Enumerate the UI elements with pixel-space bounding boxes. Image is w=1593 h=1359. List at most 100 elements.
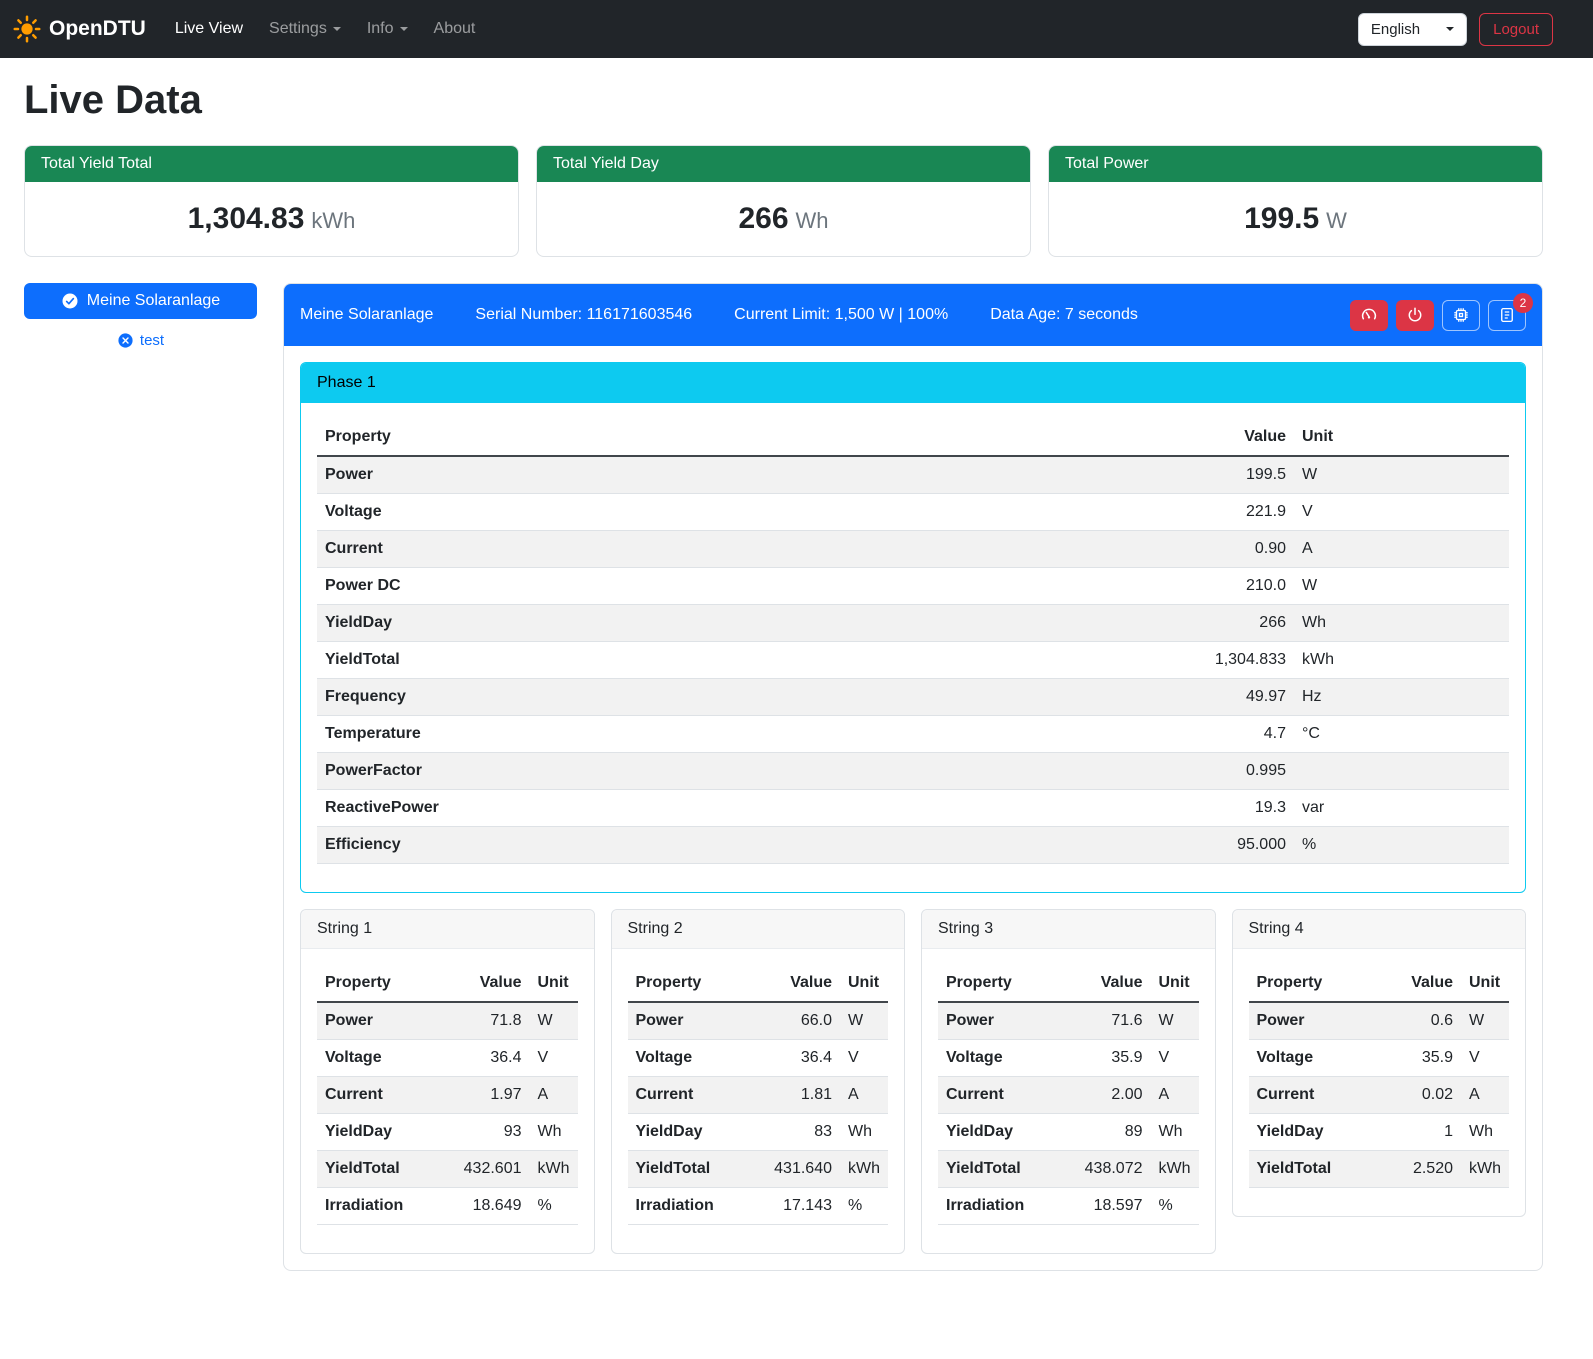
table-row: Irradiation17.143% bbox=[628, 1188, 889, 1225]
unit-cell: W bbox=[1294, 456, 1509, 494]
unit-cell: A bbox=[1151, 1077, 1199, 1114]
value-cell: 1,304.833 bbox=[1174, 642, 1294, 679]
property-cell: YieldTotal bbox=[1249, 1151, 1370, 1188]
nav-item-live-view[interactable]: Live View bbox=[162, 12, 256, 46]
table-row: Irradiation18.597% bbox=[938, 1188, 1199, 1225]
inverter-limit: Current Limit: 1,500 W | 100% bbox=[734, 306, 948, 324]
language-select[interactable]: English bbox=[1358, 13, 1467, 46]
column-header-property: Property bbox=[317, 965, 438, 1002]
unit-cell: °C bbox=[1294, 716, 1509, 753]
inverter-name: Meine Solaranlage bbox=[300, 306, 433, 324]
property-cell: Voltage bbox=[317, 494, 1174, 531]
unit-cell: Wh bbox=[1461, 1114, 1509, 1151]
unit-cell: Wh bbox=[1151, 1114, 1199, 1151]
event-log-button[interactable]: 2 bbox=[1488, 300, 1526, 331]
power-icon bbox=[1406, 306, 1424, 324]
unit-cell: kWh bbox=[1151, 1151, 1199, 1188]
property-cell: Temperature bbox=[317, 716, 1174, 753]
inverter-header: Meine Solaranlage Serial Number: 1161716… bbox=[284, 284, 1542, 346]
nav-links: Live View Settings Info About bbox=[162, 12, 489, 46]
chevron-down-icon bbox=[1446, 27, 1454, 31]
table-row: Frequency49.97Hz bbox=[317, 679, 1509, 716]
table-row: YieldTotal2.520kWh bbox=[1249, 1151, 1510, 1188]
column-header-value: Value bbox=[1174, 419, 1294, 456]
value-cell: 17.143 bbox=[748, 1188, 840, 1225]
sidebar-item-label: test bbox=[140, 332, 164, 349]
table-row: Power DC210.0W bbox=[317, 568, 1509, 605]
logout-button[interactable]: Logout bbox=[1479, 13, 1553, 46]
table-row: Power199.5W bbox=[317, 456, 1509, 494]
property-cell: YieldTotal bbox=[317, 1151, 438, 1188]
card-value: 266 bbox=[738, 202, 788, 235]
value-cell: 432.601 bbox=[438, 1151, 530, 1188]
chevron-down-icon bbox=[400, 27, 408, 31]
string-1-table: Property Value Unit Power71.8WVoltage36.… bbox=[317, 965, 578, 1225]
string-4-table: Property Value Unit Power0.6WVoltage35.9… bbox=[1249, 965, 1510, 1188]
inverter-select-button[interactable]: Meine Solaranlage bbox=[24, 283, 257, 319]
string-2-table: Property Value Unit Power66.0WVoltage36.… bbox=[628, 965, 889, 1225]
limit-settings-button[interactable] bbox=[1350, 300, 1388, 331]
table-row: YieldDay1Wh bbox=[1249, 1114, 1510, 1151]
device-info-button[interactable] bbox=[1442, 300, 1480, 331]
nav-item-info[interactable]: Info bbox=[354, 12, 421, 46]
unit-cell: Wh bbox=[840, 1114, 888, 1151]
power-button[interactable] bbox=[1396, 300, 1434, 331]
property-cell: Voltage bbox=[317, 1040, 438, 1077]
table-header-row: Property Value Unit bbox=[317, 965, 578, 1002]
unit-cell: % bbox=[840, 1188, 888, 1225]
table-row: Temperature4.7°C bbox=[317, 716, 1509, 753]
value-cell: 0.02 bbox=[1369, 1077, 1461, 1114]
card-unit: Wh bbox=[796, 208, 829, 233]
brand-label: OpenDTU bbox=[49, 17, 146, 41]
unit-cell: W bbox=[1151, 1002, 1199, 1040]
unit-cell: V bbox=[1294, 494, 1509, 531]
value-cell: 438.072 bbox=[1059, 1151, 1151, 1188]
value-cell: 18.649 bbox=[438, 1188, 530, 1225]
card-unit: W bbox=[1326, 208, 1347, 233]
column-header-property: Property bbox=[628, 965, 749, 1002]
chevron-down-icon bbox=[333, 27, 341, 31]
property-cell: Power bbox=[1249, 1002, 1370, 1040]
table-row: YieldTotal431.640kWh bbox=[628, 1151, 889, 1188]
property-cell: Irradiation bbox=[938, 1188, 1059, 1225]
value-cell: 35.9 bbox=[1369, 1040, 1461, 1077]
property-cell: Voltage bbox=[1249, 1040, 1370, 1077]
unit-cell: V bbox=[530, 1040, 578, 1077]
string-1-panel: String 1 Property Value Unit bbox=[300, 909, 595, 1254]
unit-cell: V bbox=[840, 1040, 888, 1077]
property-cell: Power DC bbox=[317, 568, 1174, 605]
journal-list-icon bbox=[1498, 306, 1516, 324]
column-header-unit: Unit bbox=[840, 965, 888, 1002]
value-cell: 36.4 bbox=[748, 1040, 840, 1077]
value-cell: 66.0 bbox=[748, 1002, 840, 1040]
inverter-sidebar: Meine Solaranlage test bbox=[24, 283, 257, 349]
summary-cards-row: Total Yield Total 1,304.83kWh Total Yiel… bbox=[24, 145, 1543, 257]
nav-item-about[interactable]: About bbox=[421, 12, 489, 46]
check-circle-icon bbox=[61, 292, 79, 310]
value-cell: 71.8 bbox=[438, 1002, 530, 1040]
value-cell: 1.81 bbox=[748, 1077, 840, 1114]
string-table-wrap: Property Value Unit Power0.6WVoltage35.9… bbox=[1233, 949, 1526, 1216]
sidebar-item-test[interactable]: test bbox=[24, 332, 257, 349]
table-header-row: Property Value Unit bbox=[1249, 965, 1510, 1002]
navbar: OpenDTU Live View Settings Info About En… bbox=[0, 0, 1593, 58]
property-cell: Voltage bbox=[628, 1040, 749, 1077]
column-header-value: Value bbox=[1059, 965, 1151, 1002]
string-title: String 2 bbox=[612, 910, 905, 949]
property-cell: Current bbox=[938, 1077, 1059, 1114]
unit-cell: W bbox=[1461, 1002, 1509, 1040]
brand-link[interactable]: OpenDTU bbox=[12, 14, 146, 44]
value-cell: 2.520 bbox=[1369, 1151, 1461, 1188]
property-cell: YieldDay bbox=[938, 1114, 1059, 1151]
property-cell: YieldTotal bbox=[938, 1151, 1059, 1188]
value-cell: 0.995 bbox=[1174, 753, 1294, 790]
table-row: Voltage221.9V bbox=[317, 494, 1509, 531]
phase-title: Phase 1 bbox=[301, 363, 1525, 403]
column-header-property: Property bbox=[938, 965, 1059, 1002]
nav-item-label: Info bbox=[367, 20, 394, 38]
property-cell: Current bbox=[317, 531, 1174, 568]
nav-item-settings[interactable]: Settings bbox=[256, 12, 354, 46]
unit-cell: kWh bbox=[1461, 1151, 1509, 1188]
table-row: YieldDay83Wh bbox=[628, 1114, 889, 1151]
sun-logo-icon bbox=[12, 14, 42, 44]
